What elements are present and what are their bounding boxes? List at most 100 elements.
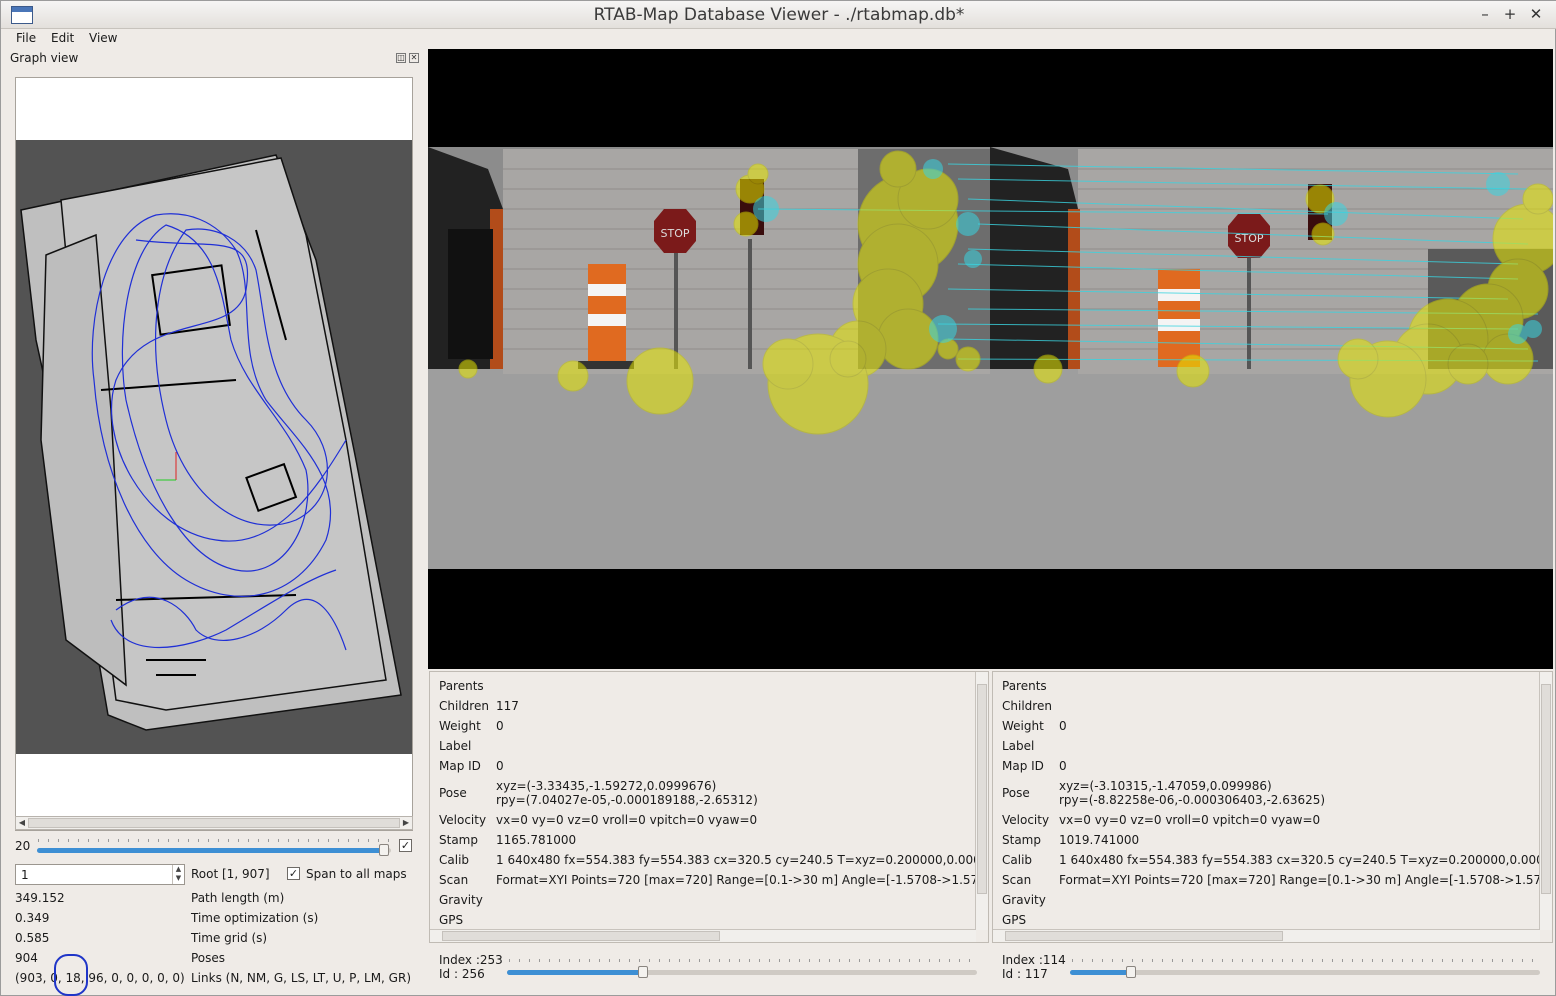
right-scan-label: Scan (1002, 873, 1032, 887)
menu-file[interactable]: File (16, 31, 36, 45)
time-optimization-value: 0.349 (15, 911, 50, 925)
graph-horizontal-scrollbar[interactable]: ◀ ▶ (15, 816, 413, 830)
stop-sign-text: STOP (661, 227, 690, 240)
left-info-vertical-scrollbar[interactable] (975, 672, 988, 930)
left-index-slider: Index :253 Id : 256 (439, 953, 979, 983)
links-label: Links (N, NM, G, LS, LT, U, P, LM, GR) (191, 971, 412, 985)
slider-checkbox[interactable]: ✓ (399, 839, 412, 852)
left-node-info-panel[interactable]: Parents Children 117 Weight 0 Label Map … (429, 671, 989, 943)
right-scan-value: Format=XYI Points=720 [max=720] Range=[0… (1059, 873, 1542, 887)
scrollbar-thumb[interactable] (1541, 684, 1551, 894)
left-calib-value: 1 640x480 fx=554.383 fy=554.383 cx=320.5… (496, 853, 981, 867)
right-velocity-label: Velocity (1002, 813, 1050, 827)
graph-view[interactable] (15, 77, 413, 831)
right-index-slider: Index :114 Id : 117 (1002, 953, 1542, 983)
right-calib-value: 1 640x480 fx=554.383 fy=554.383 cx=320.5… (1059, 853, 1544, 867)
right-index-label: Index :114 (1002, 953, 1066, 967)
right-gravity-label: Gravity (1002, 893, 1046, 907)
left-scan-label: Scan (439, 873, 469, 887)
right-gps-label: GPS (1002, 913, 1027, 927)
left-stamp-value: 1165.781000 (496, 833, 577, 847)
left-calib-label: Calib (439, 853, 470, 867)
left-children-value: 117 (496, 699, 519, 713)
dock-title: Graph view (10, 51, 79, 65)
right-stamp-value: 1019.741000 (1059, 833, 1140, 847)
left-slider-fill (507, 970, 643, 975)
slider-handle[interactable] (379, 844, 389, 856)
spin-arrows-icon[interactable]: ▲ ▼ (172, 865, 184, 884)
right-stamp-label: Stamp (1002, 833, 1041, 847)
main-window: RTAB-Map Database Viewer - ./rtabmap.db*… (0, 0, 1556, 996)
right-info-vertical-scrollbar[interactable] (1539, 672, 1552, 930)
links-value: (903, 0, 18, 96, 0, 0, 0, 0, 0) (15, 971, 185, 985)
span-maps-label: Span to all maps (306, 867, 407, 881)
maximize-button[interactable]: + (1500, 4, 1520, 24)
left-scan-value: Format=XYI Points=720 [max=720] Range=[0… (496, 873, 979, 887)
right-node-info-panel[interactable]: Parents Children Weight 0 Label Map ID 0… (992, 671, 1553, 943)
slider-ticks (38, 839, 390, 842)
scrollbar-thumb[interactable] (442, 931, 720, 941)
scrollbar-thumb[interactable] (977, 684, 987, 894)
right-velocity-value: vx=0 vy=0 vz=0 vroll=0 vpitch=0 vyaw=0 (1059, 813, 1321, 827)
left-label-label: Label (439, 739, 472, 753)
close-button[interactable]: ✕ (1526, 4, 1546, 24)
left-mapid-value: 0 (496, 759, 504, 773)
left-gps-label: GPS (439, 913, 464, 927)
left-velocity-value: vx=0 vy=0 vz=0 vroll=0 vpitch=0 vyaw=0 (496, 813, 758, 827)
map-drawing (20, 154, 402, 731)
scrollbar-thumb[interactable] (28, 818, 400, 828)
root-spinbox[interactable]: 1 ▲ ▼ (15, 864, 185, 885)
left-pose-label: Pose (439, 786, 467, 800)
span-maps-checkbox[interactable]: ✓ (287, 867, 300, 880)
left-slider-handle[interactable] (638, 966, 648, 978)
right-mapid-value: 0 (1059, 759, 1067, 773)
matched-images: STOP STOP (428, 147, 1553, 569)
menu-view[interactable]: View (89, 31, 117, 45)
right-label-label: Label (1002, 739, 1035, 753)
right-id-label: Id : 117 (1002, 967, 1048, 981)
scroll-right-icon[interactable]: ▶ (400, 817, 412, 829)
minimize-button[interactable]: – (1475, 4, 1495, 24)
right-pose-label: Pose (1002, 786, 1030, 800)
right-slider-fill (1070, 970, 1131, 975)
path-length-label: Path length (m) (191, 891, 285, 905)
right-calib-label: Calib (1002, 853, 1033, 867)
occupancy-grid-map[interactable] (16, 140, 412, 754)
root-label: Root [1, 907] (191, 867, 270, 881)
left-info-horizontal-scrollbar[interactable] (430, 929, 976, 942)
right-weight-label: Weight (1002, 719, 1044, 733)
right-info-horizontal-scrollbar[interactable] (993, 929, 1540, 942)
scrollbar-thumb[interactable] (1005, 931, 1283, 941)
left-children-label: Children (439, 699, 489, 713)
left-weight-label: Weight (439, 719, 481, 733)
left-pose-xyz: xyz=(-3.33435,-1.59272,0.0999676) (496, 779, 717, 793)
right-parents-label: Parents (1002, 679, 1047, 693)
left-index-label: Index :253 (439, 953, 503, 967)
spinbox-value: 1 (21, 868, 29, 882)
annotation-circle (54, 954, 88, 996)
right-slider-ticks (1072, 959, 1538, 962)
image-view[interactable]: STOP STOP (428, 49, 1553, 669)
close-dock-icon[interactable]: ✕ (409, 53, 419, 63)
right-slider-handle[interactable] (1126, 966, 1136, 978)
slider-fill (37, 848, 384, 853)
left-id-label: Id : 256 (439, 967, 485, 981)
time-optimization-label: Time optimization (s) (191, 911, 319, 925)
window-title: RTAB-Map Database Viewer - ./rtabmap.db* (593, 5, 965, 25)
path-length-value: 349.152 (15, 891, 65, 905)
left-pose-rpy: rpy=(7.04027e-05,-0.000189188,-2.65312) (496, 793, 758, 807)
left-weight-value: 0 (496, 719, 504, 733)
time-grid-value: 0.585 (15, 931, 50, 945)
right-weight-value: 0 (1059, 719, 1067, 733)
float-dock-icon[interactable]: ◫ (396, 53, 406, 63)
left-gravity-label: Gravity (439, 893, 483, 907)
right-pose-xyz: xyz=(-3.10315,-1.47059,0.099986) (1059, 779, 1272, 793)
scroll-left-icon[interactable]: ◀ (16, 817, 28, 829)
menu-edit[interactable]: Edit (51, 31, 74, 45)
left-slider-ticks (509, 959, 975, 962)
poses-value: 904 (15, 951, 38, 965)
title-bar: RTAB-Map Database Viewer - ./rtabmap.db*… (1, 1, 1556, 29)
right-mapid-label: Map ID (1002, 759, 1044, 773)
left-parents-label: Parents (439, 679, 484, 693)
left-stamp-label: Stamp (439, 833, 478, 847)
